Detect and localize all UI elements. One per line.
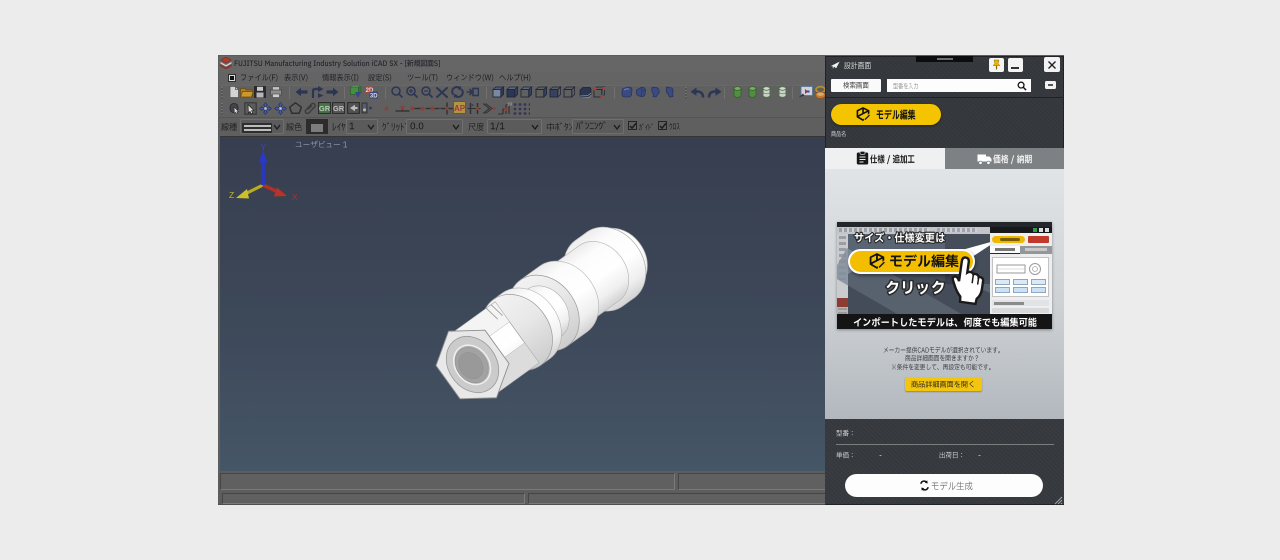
- svg-text:GR: GR: [333, 104, 345, 113]
- svg-text:GR: GR: [319, 104, 331, 113]
- svg-text:Y: Y: [261, 143, 267, 152]
- svg-text:X: X: [292, 192, 298, 202]
- svg-text:Z: Z: [229, 190, 234, 200]
- svg-text:3D: 3D: [370, 93, 378, 99]
- svg-text:AP: AP: [453, 104, 465, 113]
- svg-text:10: 10: [507, 102, 512, 107]
